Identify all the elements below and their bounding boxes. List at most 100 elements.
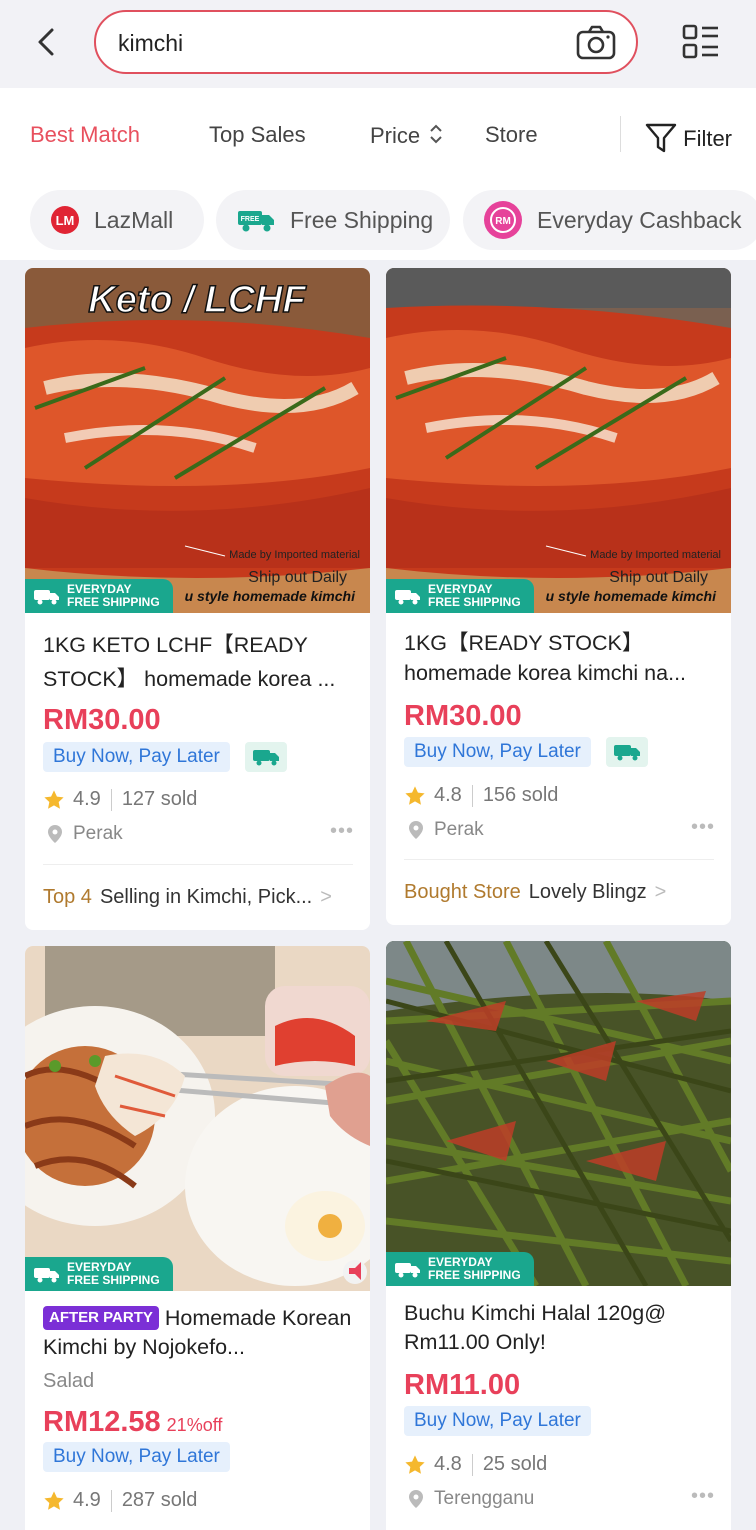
product-image: Made by Imported material Ship out Daily… [386,268,731,613]
location-pin-icon [409,821,423,839]
filter-icon [645,123,677,153]
chip-everyday-cashback[interactable]: RM Everyday Cashback [463,190,756,250]
filter-button[interactable]: Filter [645,122,732,154]
lazmall-icon: LM [51,206,79,234]
tab-top-sales[interactable]: Top Sales [209,122,306,148]
divider [404,859,714,860]
product-rating: 4.9 287 sold [43,1489,197,1512]
free-shipping-tag-icon [606,737,648,767]
free-shipping-truck-icon: FREE [238,211,274,232]
search-query: kimchi [118,30,184,56]
product-location: Terengganu [408,1488,534,1510]
sold-count: 156 sold [482,784,559,806]
chevron-right-icon: > [654,881,667,903]
bnpl-badge: Buy Now, Pay Later [43,1442,230,1472]
product-rating: 4.8 25 sold [404,1453,547,1476]
product-location: Perak [408,819,484,841]
sort-bar: Best Match Top Sales Price Store Filter [0,88,756,180]
cashback-icon: RM [484,201,522,239]
svg-text:LM: LM [56,213,75,228]
truck-icon [395,1263,420,1278]
everyday-free-shipping-badge: EVERYDAY FREE SHIPPING [386,579,534,613]
product-rating: 4.9 127 sold [43,788,197,811]
list-view-icon[interactable] [682,24,720,60]
product-rating: 4.8 156 sold [404,784,558,807]
truck-icon [34,590,59,605]
divider [43,864,353,865]
truck-icon [34,1268,59,1283]
product-image: EVERYDAY FREE SHIPPING [25,946,370,1291]
top-bar: kimchi [0,0,756,88]
chip-lazmall-label: LazMall [94,206,174,233]
product-footer-link[interactable]: Top 4 Selling in Kimchi, Pick... > [43,886,332,909]
product-card[interactable]: Keto / LCHF Made by Imported material Sh… [25,268,370,930]
chip-everyday-cashback-label: Everyday Cashback [537,206,742,233]
svg-text:Ship out Daily: Ship out Daily [609,569,708,586]
tab-price-label: Price [370,123,421,148]
product-card[interactable]: EVERYDAY FREE SHIPPING AFTER PARTY Homemad… [25,946,370,1530]
chip-free-shipping[interactable]: FREE Free Shipping [216,190,450,250]
tab-best-match[interactable]: Best Match [30,122,140,148]
location-pin-icon [409,1490,423,1508]
tab-price[interactable]: Price [370,122,444,149]
product-title: 1KG【READY STOCK】homemade korea kimchi na… [404,631,687,685]
product-price: RM12.58 21%off [43,1406,223,1438]
sold-count: 287 sold [121,1489,198,1511]
bnpl-badge: Buy Now, Pay Later [404,737,591,767]
svg-text:Made by Imported material: Made by Imported material [229,549,360,561]
quick-filter-chips: LM LazMall FREE Free Shipping RM Everyda… [0,180,756,260]
chevron-right-icon: > [320,886,332,908]
chip-lazmall[interactable]: LM LazMall [30,190,204,250]
svg-text:Keto / LCHF: Keto / LCHF [88,279,307,321]
more-options-icon[interactable]: ••• [330,820,354,843]
bnpl-badge: Buy Now, Pay Later [404,1406,591,1436]
search-input[interactable]: kimchi [94,10,638,74]
product-subcategory: Salad [43,1370,95,1392]
svg-text:u style homemade kimchi: u style homemade kimchi [546,588,718,604]
product-footer-link[interactable]: Bought Store Lovely Blingz > [404,881,666,904]
sold-count: 127 sold [121,788,198,810]
star-icon [44,789,64,809]
sort-updown-icon [430,124,442,144]
svg-text:Ship out Daily: Ship out Daily [248,569,347,586]
product-image: Keto / LCHF Made by Imported material Sh… [25,268,370,613]
product-card[interactable]: EVERYDAY FREE SHIPPING Buchu Kimchi Halal… [386,941,731,1530]
more-options-icon[interactable]: ••• [691,816,715,839]
sold-count: 25 sold [482,1453,548,1475]
everyday-free-shipping-badge: EVERYDAY FREE SHIPPING [25,579,173,613]
rating-value: 4.8 [434,1453,462,1475]
product-title: 1KG KETO LCHF【READY STOCK】 homemade kore… [43,633,336,691]
bnpl-badge: Buy Now, Pay Later [43,742,230,772]
svg-text:FREE: FREE [241,216,260,223]
tab-store[interactable]: Store [485,122,538,148]
filter-label: Filter [683,126,733,151]
star-icon [44,1490,64,1510]
discount-badge: 21%off [166,1415,223,1435]
product-price: RM30.00 [43,704,161,736]
product-card[interactable]: Made by Imported material Ship out Daily… [386,268,731,925]
product-image: EVERYDAY FREE SHIPPING [386,941,731,1286]
after-party-tag: AFTER PARTY [43,1306,159,1330]
star-icon [405,1454,425,1474]
divider [620,116,621,152]
more-options-icon[interactable]: ••• [691,1485,715,1508]
chip-free-shipping-label: Free Shipping [290,206,434,233]
svg-text:u style homemade kimchi: u style homemade kimchi [185,588,357,604]
everyday-free-shipping-badge: EVERYDAY FREE SHIPPING [386,1252,534,1286]
rating-value: 4.8 [434,784,462,806]
svg-text:RM: RM [495,216,511,227]
product-location: Perak [47,823,123,845]
back-arrow-icon[interactable] [30,22,66,62]
product-title: Buchu Kimchi Halal 120g@ Rm11.00 Only! [404,1301,667,1354]
rating-value: 4.9 [73,788,101,810]
rating-value: 4.9 [73,1489,101,1511]
product-price: RM30.00 [404,700,522,732]
star-icon [405,785,425,805]
camera-icon[interactable] [576,24,616,62]
svg-text:Made by Imported material: Made by Imported material [590,549,721,561]
truck-icon [395,590,420,605]
product-title: AFTER PARTY Homemade Korean Kimchi by Noj… [43,1306,352,1359]
location-pin-icon [48,825,62,843]
free-shipping-tag-icon [245,742,287,772]
product-price: RM11.00 [404,1369,521,1401]
